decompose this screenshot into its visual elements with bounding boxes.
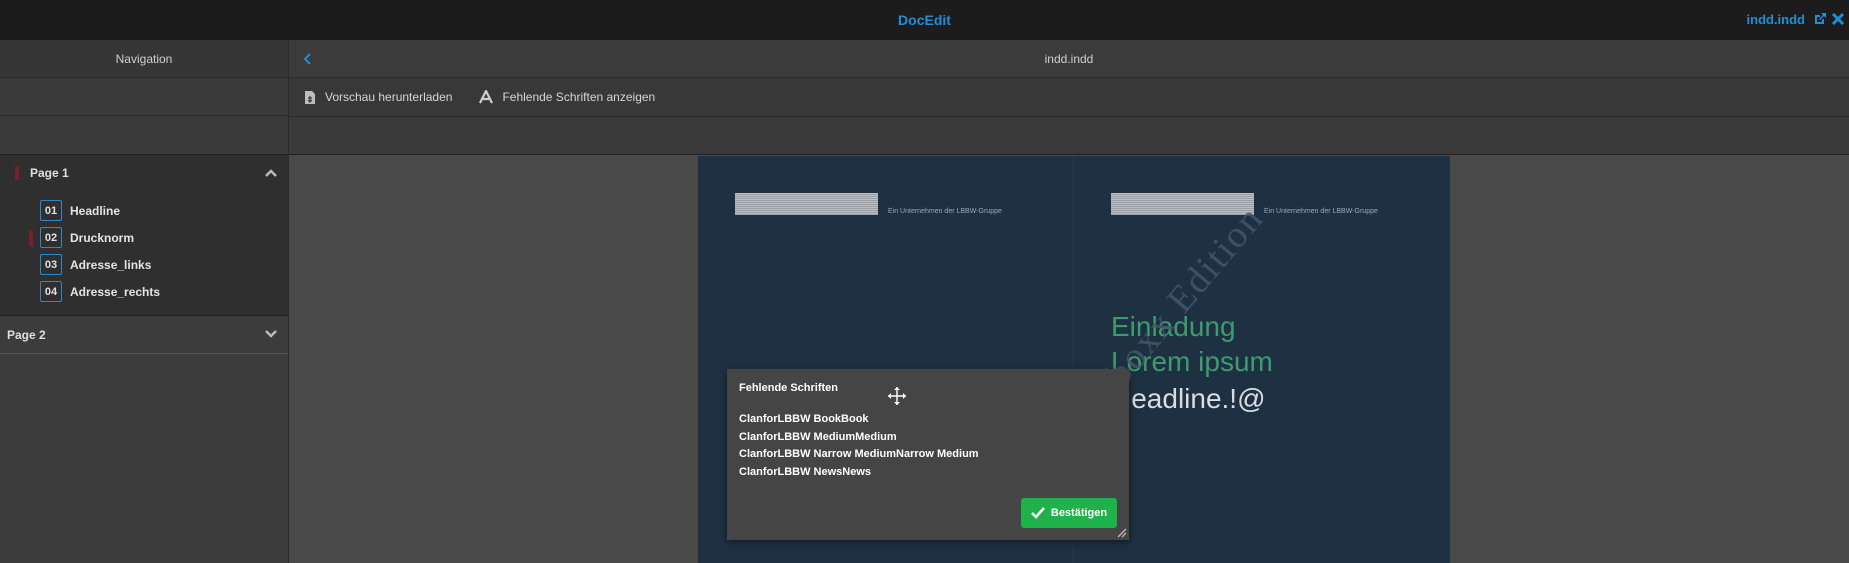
page-1-header[interactable]: Page 1 bbox=[0, 155, 288, 191]
navigation-sidebar: Navigation Page 1 01 Headline 02 Druckno… bbox=[0, 40, 289, 563]
tagline-left: Ein Unternehmen der LBBW-Gruppe bbox=[888, 208, 1002, 215]
dialog-title: Fehlende Schriften bbox=[739, 382, 839, 394]
list-item[interactable]: 02 Drucknorm bbox=[0, 224, 288, 251]
logo-placeholder bbox=[735, 193, 878, 215]
item-label: Drucknorm bbox=[70, 230, 135, 245]
move-icon[interactable] bbox=[887, 386, 907, 406]
font-entry: ClanforLBBW Narrow MediumNarrow Medium bbox=[739, 448, 979, 460]
list-item[interactable]: 01 Headline bbox=[0, 197, 288, 224]
sidebar-spacer bbox=[0, 116, 288, 155]
page-1-section: Page 1 01 Headline 02 Drucknorm 03 Adres… bbox=[0, 155, 288, 316]
font-entry: ClanforLBBW BookBook bbox=[739, 413, 869, 425]
list-item[interactable]: 04 Adresse_rechts bbox=[0, 278, 288, 305]
item-number: 01 bbox=[40, 200, 62, 221]
item-label: Headline bbox=[70, 203, 121, 218]
item-number: 03 bbox=[40, 254, 62, 275]
show-missing-fonts-button[interactable]: Fehlende Schriften anzeigen bbox=[479, 90, 655, 104]
chevron-down-icon[interactable] bbox=[264, 328, 278, 340]
download-preview-label: Vorschau herunterladen bbox=[325, 90, 453, 104]
page-label: Page 2 bbox=[7, 328, 46, 342]
toolbar: Vorschau herunterladen Fehlende Schrifte… bbox=[289, 78, 1849, 117]
missing-fonts-list: ClanforLBBW BookBook ClanforLBBW MediumM… bbox=[739, 411, 979, 481]
item-label: Adresse_rechts bbox=[70, 284, 161, 299]
top-bar: DocEdit indd.indd bbox=[0, 0, 1849, 40]
error-marker bbox=[29, 230, 33, 246]
checkmark-icon bbox=[1030, 507, 1045, 519]
confirm-label: Bestätigen bbox=[1050, 507, 1108, 519]
page-1-items: 01 Headline 02 Drucknorm 03 Adresse_link… bbox=[0, 191, 288, 315]
show-missing-fonts-label: Fehlende Schriften anzeigen bbox=[502, 90, 656, 104]
item-number: 04 bbox=[40, 281, 62, 302]
main-header: indd.indd bbox=[289, 40, 1849, 78]
open-external-icon[interactable] bbox=[1813, 12, 1827, 26]
tagline-right: Ein Unternehmen der LBBW-Gruppe bbox=[1264, 208, 1378, 215]
font-entry: ClanforLBBW MediumMedium bbox=[739, 430, 897, 443]
item-label: Adresse_links bbox=[70, 257, 152, 272]
page-2-header[interactable]: Page 2 bbox=[0, 316, 288, 354]
sidebar-spacer bbox=[0, 78, 288, 116]
list-item[interactable]: 03 Adresse_links bbox=[0, 251, 288, 278]
confirm-button[interactable]: Bestätigen bbox=[1021, 498, 1117, 528]
page-label: Page 1 bbox=[30, 166, 69, 180]
resize-handle-icon[interactable] bbox=[1115, 526, 1127, 538]
sidebar-title: Navigation bbox=[0, 40, 288, 78]
missing-fonts-dialog: Fehlende Schriften ClanforLBBW BookBook … bbox=[727, 369, 1129, 540]
app-title: DocEdit bbox=[898, 12, 951, 28]
close-icon[interactable] bbox=[1831, 12, 1845, 26]
font-entry: ClanforLBBW NewsNews bbox=[739, 465, 872, 478]
download-preview-button[interactable]: Vorschau herunterladen bbox=[304, 90, 452, 105]
font-icon bbox=[479, 90, 494, 104]
file-title: indd.indd bbox=[1044, 52, 1094, 66]
document-name-link[interactable]: indd.indd bbox=[1747, 12, 1805, 27]
sub-toolbar bbox=[289, 117, 1849, 155]
error-marker bbox=[15, 166, 19, 180]
app-window: DocEdit indd.indd Navigation Page 1 01 H… bbox=[0, 0, 1849, 563]
item-number: 02 bbox=[40, 227, 62, 248]
file-download-icon bbox=[305, 90, 315, 104]
chevron-up-icon[interactable] bbox=[264, 167, 278, 179]
